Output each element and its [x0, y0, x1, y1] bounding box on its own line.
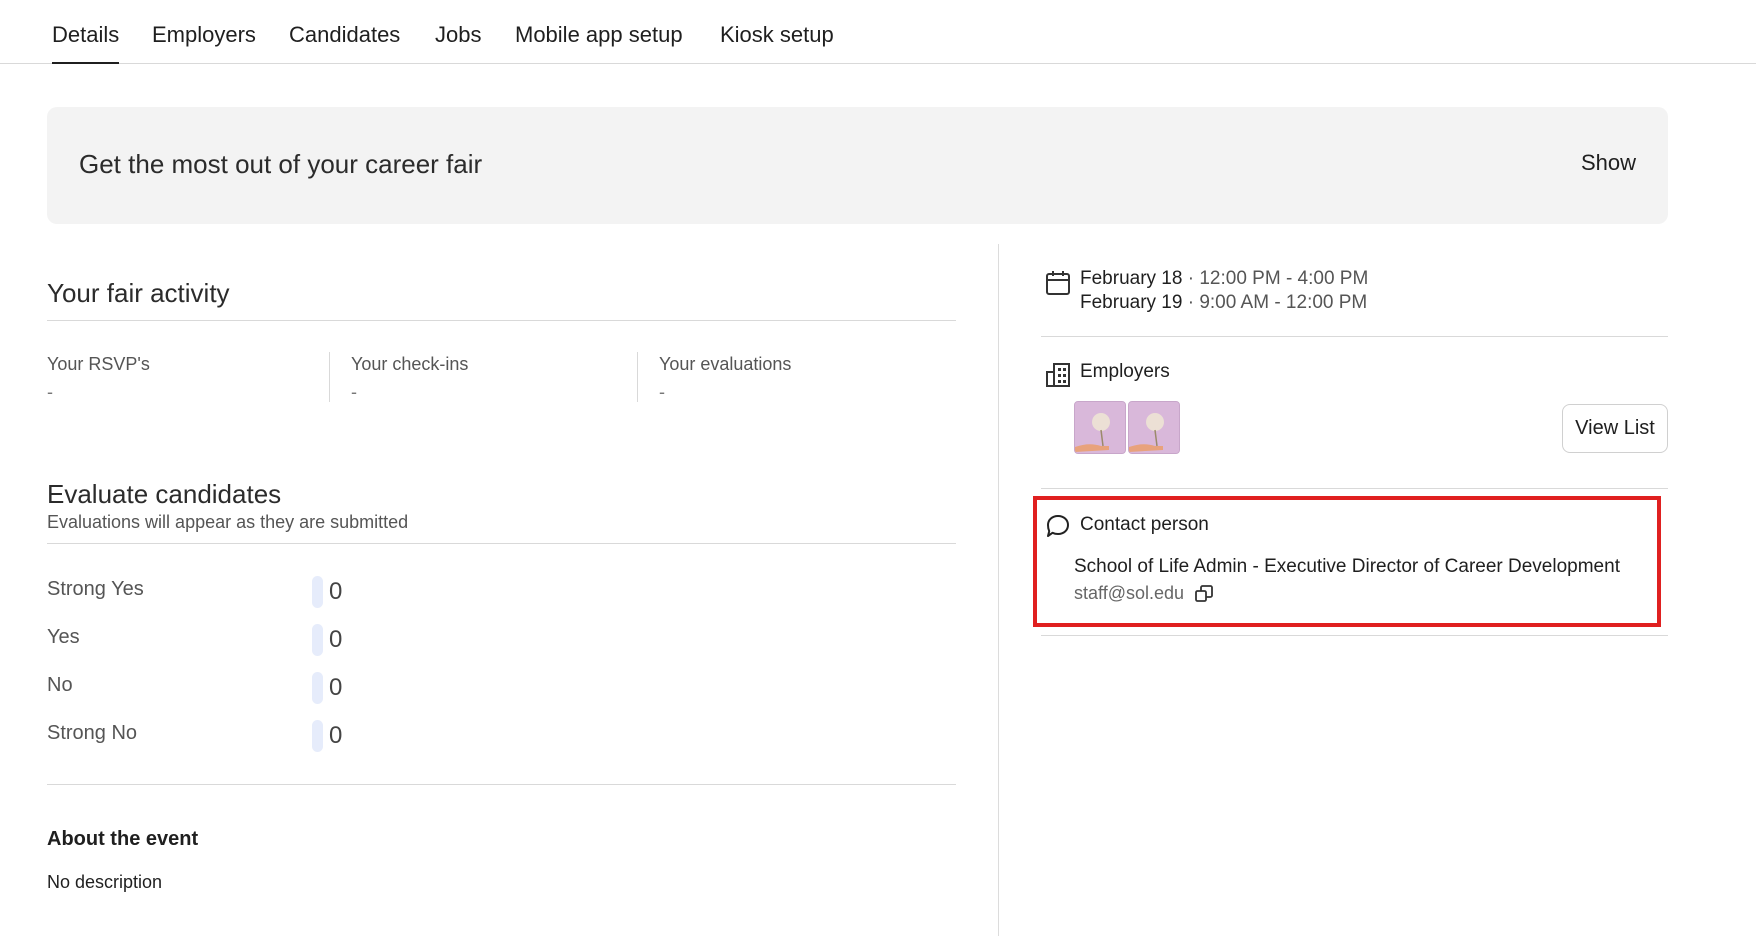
tab-bar: Details Employers Candidates Jobs Mobile…	[0, 0, 1756, 64]
stat-evaluations-label: Your evaluations	[659, 354, 792, 374]
calendar-icon	[1045, 270, 1071, 301]
eval-bar-strong-yes	[312, 576, 323, 608]
contact-email: staff@sol.edu	[1074, 583, 1185, 603]
eval-bar-yes	[312, 624, 323, 656]
building-icon	[1045, 362, 1071, 393]
employer-logo[interactable]	[1128, 401, 1180, 454]
eval-label-yes: Yes	[47, 626, 80, 648]
event-date-1-day: February 18	[1080, 268, 1183, 289]
event-date-1: February 18 · 12:00 PM - 4:00 PM	[1080, 268, 1368, 290]
employer-logo[interactable]	[1074, 401, 1126, 454]
column-divider	[998, 244, 999, 936]
event-date-2: February 19 · 9:00 AM - 12:00 PM	[1080, 292, 1367, 314]
eval-label-strong-no: Strong No	[47, 722, 138, 744]
divider	[47, 543, 956, 544]
view-list-button[interactable]: View List	[1562, 404, 1668, 453]
evaluate-candidates-subtitle: Evaluations will appear as they are subm…	[47, 512, 409, 532]
eval-bar-strong-no	[312, 720, 323, 752]
event-date-2-day: February 19	[1080, 292, 1183, 313]
evaluate-candidates-title: Evaluate candidates	[47, 479, 282, 509]
eval-count-strong-yes: 0	[329, 578, 343, 605]
banner-title: Get the most out of your career fair	[79, 149, 483, 179]
stat-rsvps-value: -	[47, 382, 53, 402]
banner-show-button[interactable]: Show	[1581, 150, 1636, 176]
contact-person-label: Contact person	[1080, 514, 1209, 535]
copy-icon[interactable]	[1194, 584, 1214, 609]
event-date-1-time: · 12:00 PM - 4:00 PM	[1182, 268, 1369, 289]
divider	[1041, 336, 1668, 337]
eval-count-yes: 0	[329, 626, 343, 653]
eval-count-no: 0	[329, 674, 343, 701]
stat-checkins-value: -	[351, 382, 357, 402]
eval-label-no: No	[47, 674, 73, 696]
about-event-title: About the event	[47, 828, 199, 850]
stat-evaluations-value: -	[659, 382, 665, 402]
divider	[1041, 488, 1668, 489]
eval-label-strong-yes: Strong Yes	[47, 578, 144, 600]
tab-employers[interactable]: Employers	[152, 22, 256, 64]
tab-jobs[interactable]: Jobs	[435, 22, 481, 64]
employers-label: Employers	[1080, 361, 1170, 382]
career-fair-banner: Get the most out of your career fair Sho…	[47, 107, 1668, 224]
stat-rsvps-label: Your RSVP's	[47, 354, 150, 374]
divider	[47, 784, 956, 785]
fair-activity-title: Your fair activity	[47, 278, 230, 308]
tab-details[interactable]: Details	[52, 22, 120, 64]
chat-bubble-icon	[1045, 513, 1071, 544]
contact-name: School of Life Admin - Executive Directo…	[1074, 556, 1620, 577]
tab-mobile-app-setup[interactable]: Mobile app setup	[515, 22, 683, 64]
divider	[329, 352, 330, 402]
tab-candidates[interactable]: Candidates	[289, 22, 400, 64]
about-event-description: No description	[47, 872, 163, 892]
contact-email-row: staff@sol.edu	[1074, 583, 1184, 605]
divider	[47, 320, 956, 321]
event-date-2-time: · 9:00 AM - 12:00 PM	[1182, 292, 1368, 313]
eval-count-strong-no: 0	[329, 722, 343, 749]
tab-kiosk-setup[interactable]: Kiosk setup	[720, 22, 834, 64]
eval-bar-no	[312, 672, 323, 704]
divider	[637, 352, 638, 402]
stat-checkins-label: Your check-ins	[351, 354, 469, 374]
divider	[1041, 635, 1668, 636]
